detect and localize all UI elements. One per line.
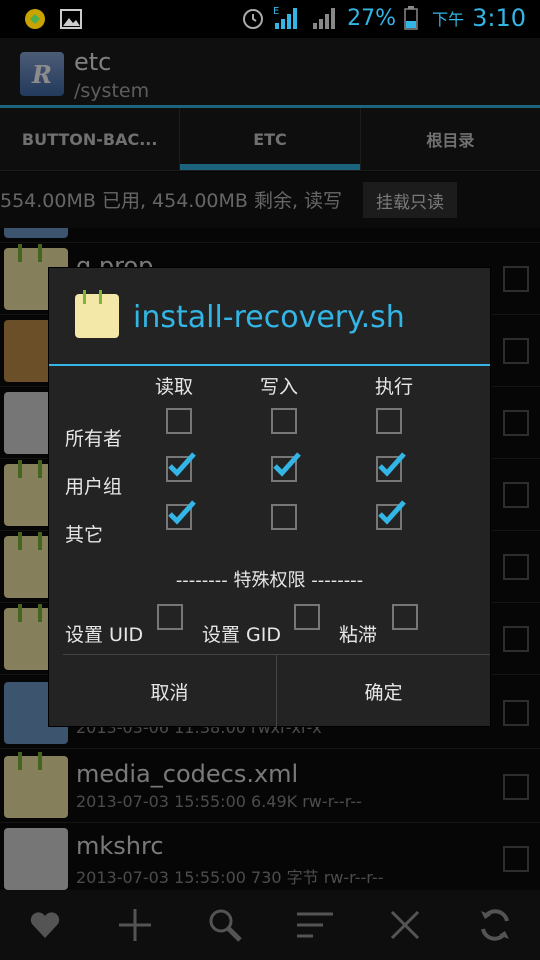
signal-icon: E [273,6,298,29]
app-notification-icon [25,9,45,29]
setgid-checkbox[interactable] [294,604,320,630]
permissions-dialog: install-recovery.sh 读取 写入 执行 所有者 用户组 其它 … [49,268,490,727]
group-read-checkbox[interactable] [166,452,196,482]
group-write-checkbox[interactable] [271,452,301,482]
check-icon [378,452,406,477]
battery-percent: 27% [347,5,397,31]
svg-text:E: E [273,6,279,17]
column-write: 写入 [260,376,299,398]
status-bar: E 27% 下午 3:10 [0,0,540,38]
alarm-icon [243,9,264,29]
owner-write-checkbox[interactable] [271,408,297,434]
other-execute-checkbox[interactable] [376,500,406,530]
clock-time: 3:10 [472,4,526,32]
clock-ampm: 下午 [432,10,465,29]
setuid-label: 设置 UID [65,624,144,646]
file-icon [75,290,119,338]
column-read: 读取 [155,376,194,398]
owner-execute-checkbox[interactable] [376,408,402,434]
sticky-checkbox[interactable] [392,604,418,630]
dialog-buttons: 取消 确定 [63,654,490,727]
special-permissions-header: -------- 特殊权限 -------- [175,570,364,591]
image-notification-icon [60,9,82,29]
column-execute: 执行 [375,376,414,398]
check-icon [168,452,196,477]
setgid-label: 设置 GID [202,624,281,646]
other-write-checkbox[interactable] [271,504,297,530]
signal-icon [313,8,336,29]
dialog-title-divider [49,364,490,366]
check-icon [273,452,301,477]
cancel-button[interactable]: 取消 [63,655,277,727]
dialog-title: install-recovery.sh [133,300,405,335]
sticky-label: 粘滞 [339,624,378,646]
other-read-checkbox[interactable] [166,500,196,530]
row-other-label: 其它 [65,524,104,546]
group-execute-checkbox[interactable] [376,452,406,482]
setuid-checkbox[interactable] [157,604,183,630]
row-group-label: 用户组 [65,476,123,498]
ok-button[interactable]: 确定 [277,655,490,727]
check-icon [168,500,196,525]
check-icon [378,500,406,525]
owner-read-checkbox[interactable] [166,408,192,434]
battery-icon [404,6,418,30]
row-owner-label: 所有者 [65,428,123,450]
